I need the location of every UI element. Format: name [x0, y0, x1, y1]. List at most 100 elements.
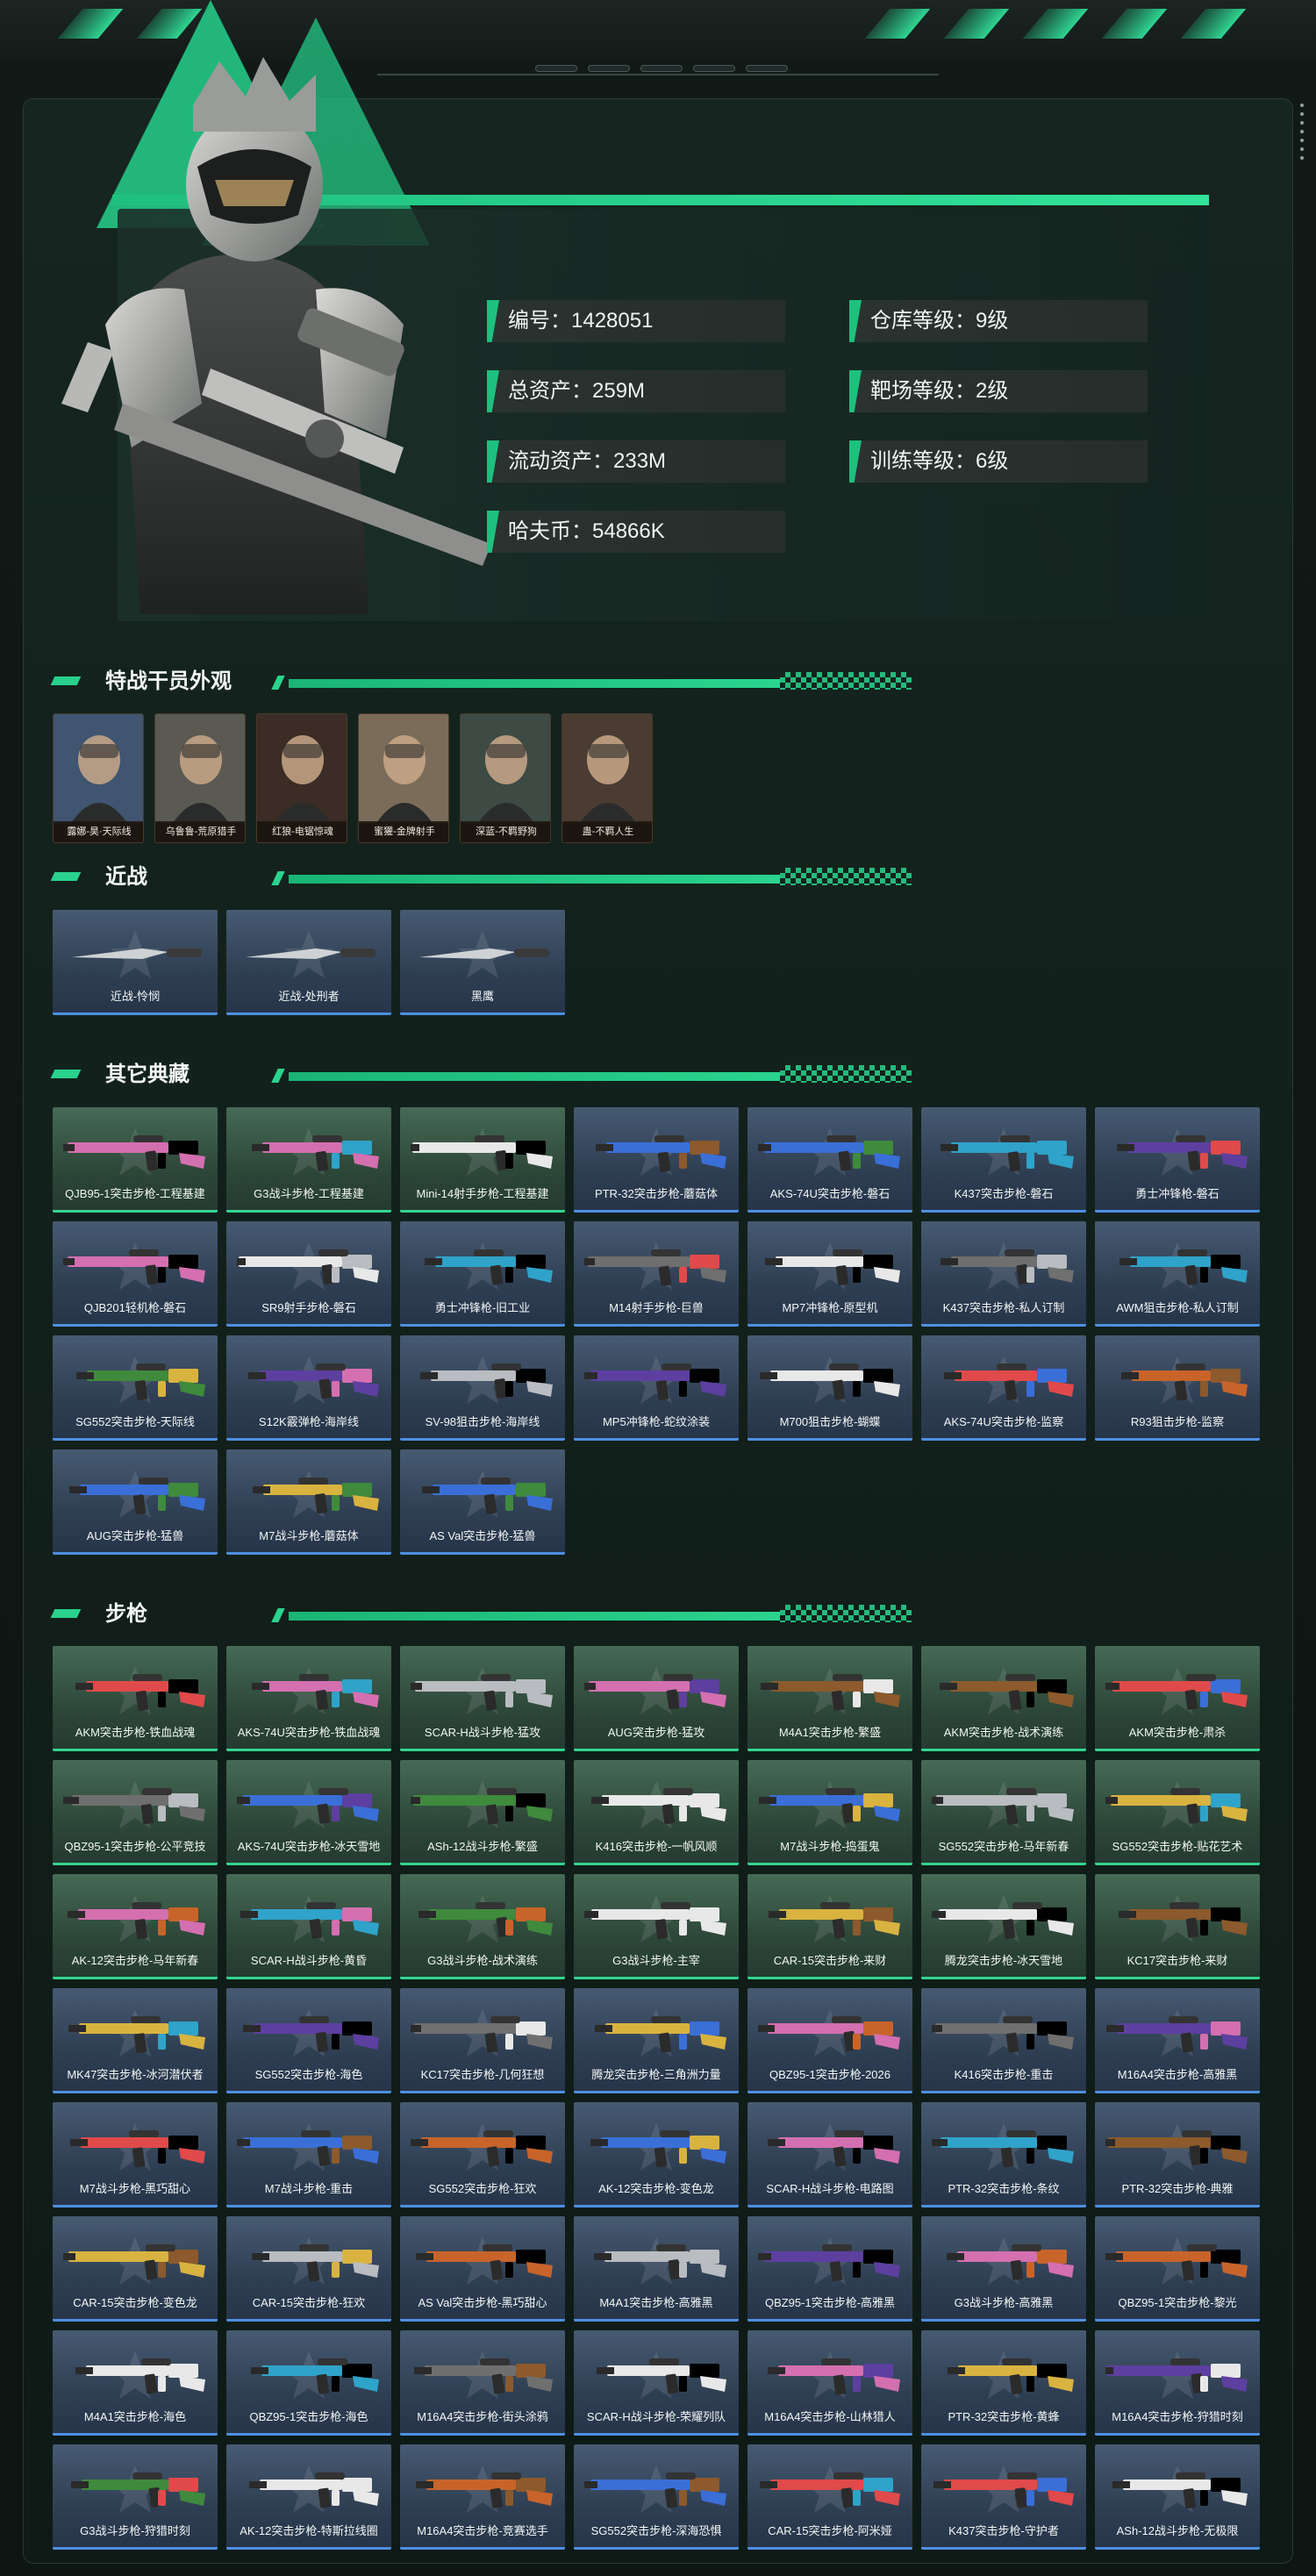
item-card[interactable]: AKM突击步枪-铁血战魂 [53, 1646, 218, 1751]
item-card[interactable]: AWM狙击步枪-私人订制 [1095, 1221, 1260, 1327]
item-card[interactable]: M14射手步枪-巨兽 [574, 1221, 739, 1327]
item-card[interactable]: QJB95-1突击步枪-工程基建 [53, 1107, 218, 1213]
tier-edge [226, 1749, 391, 1751]
item-card[interactable]: PTR-32突击步枪-蘑菇体 [574, 1107, 739, 1213]
item-card[interactable]: AUG突击步枪-猛攻 [574, 1646, 739, 1751]
item-card[interactable]: SG552突击步枪-天际线 [53, 1335, 218, 1441]
item-card[interactable]: ASh-12战斗步枪-无极限 [1095, 2444, 1260, 2550]
tier-edge [400, 2091, 565, 2093]
item-card[interactable]: PTR-32突击步枪-条纹 [921, 2102, 1086, 2207]
item-card[interactable]: M16A4突击步枪-高雅黑 [1095, 1988, 1260, 2093]
item-card[interactable]: QBZ95-1突击步枪-公平竞技 [53, 1760, 218, 1865]
weapon-icon [768, 2130, 900, 2167]
item-card[interactable]: M7战斗步枪-捣蛋鬼 [747, 1760, 912, 1865]
item-card[interactable]: AK-12突击步枪-变色龙 [574, 2102, 739, 2207]
item-name: R93狙击步枪-监察 [1130, 1415, 1225, 1428]
item-card[interactable]: 腾龙突击步枪-冰天雪地 [921, 1874, 1086, 1979]
item-card[interactable]: M7战斗步枪-重击 [226, 2102, 391, 2207]
item-card[interactable]: SV-98狙击步枪-海岸线 [400, 1335, 565, 1441]
item-card[interactable]: AK-12突击步枪-马年新春 [53, 1874, 218, 1979]
item-card[interactable]: MP7冲锋枪-原型机 [747, 1221, 912, 1327]
item-card[interactable]: SCAR-H战斗步枪-黄昏 [226, 1874, 391, 1979]
item-card[interactable]: 勇士冲锋枪-旧工业 [400, 1221, 565, 1327]
agent-skin-card[interactable]: 深蓝-不羁野狗 [460, 713, 551, 843]
item-card[interactable]: QBZ95-1突击步枪-高雅黑 [747, 2216, 912, 2322]
item-card[interactable]: G3战斗步枪-高雅黑 [921, 2216, 1086, 2322]
item-card[interactable]: QBZ95-1突击步枪-海色 [226, 2330, 391, 2436]
item-card[interactable]: MK47突击步枪-冰河潜伏者 [53, 1988, 218, 2093]
agent-skin-card[interactable]: 露娜-昊·天际线 [53, 713, 144, 843]
item-card[interactable]: QBZ95-1突击步枪-黎光 [1095, 2216, 1260, 2322]
item-card[interactable]: K437突击步枪-磐石 [921, 1107, 1086, 1213]
item-card[interactable]: S12K霰弹枪-海岸线 [226, 1335, 391, 1441]
item-card[interactable]: SR9射手步枪-磐石 [226, 1221, 391, 1327]
item-card[interactable]: KC17突击步枪-来财 [1095, 1874, 1260, 1979]
item-card[interactable]: R93狙击步枪-监察 [1095, 1335, 1260, 1441]
item-card[interactable]: SG552突击步枪-深海恐惧 [574, 2444, 739, 2550]
item-card[interactable]: K437突击步枪-私人订制 [921, 1221, 1086, 1327]
item-card[interactable]: 近战-怜悯 [53, 910, 218, 1015]
item-card[interactable]: SG552突击步枪-马年新春 [921, 1760, 1086, 1865]
item-card[interactable]: CAR-15突击步枪-来财 [747, 1874, 912, 1979]
item-card[interactable]: G3战斗步枪-战术演练 [400, 1874, 565, 1979]
item-card[interactable]: AKM突击步枪-肃杀 [1095, 1646, 1260, 1751]
weapon-icon [246, 948, 375, 959]
item-card[interactable]: M4A1突击步枪-海色 [53, 2330, 218, 2436]
tier-edge [921, 2205, 1086, 2207]
agent-skin-card[interactable]: 蜜獾-金牌射手 [358, 713, 449, 843]
item-card[interactable]: 勇士冲锋枪-磐石 [1095, 1107, 1260, 1213]
agent-skin-name: 红狼-电锯惊魂 [257, 821, 347, 842]
tier-edge [574, 1438, 739, 1441]
item-card[interactable]: AK-12突击步枪-特斯拉线圈 [226, 2444, 391, 2550]
item-card[interactable]: M16A4突击步枪-狩猎时刻 [1095, 2330, 1260, 2436]
scroll-dots[interactable] [1300, 98, 1305, 165]
item-card[interactable]: ASh-12战斗步枪-繁盛 [400, 1760, 565, 1865]
item-card[interactable]: AKM突击步枪-战术演练 [921, 1646, 1086, 1751]
item-card[interactable]: M700狙击步枪-蝴蝶 [747, 1335, 912, 1441]
item-card[interactable]: 腾龙突击步枪-三角洲力量 [574, 1988, 739, 2093]
item-card[interactable]: Mini-14射手步枪-工程基建 [400, 1107, 565, 1213]
item-card[interactable]: K437突击步枪-守护者 [921, 2444, 1086, 2550]
item-card[interactable]: AKS-74U突击步枪-冰天雪地 [226, 1760, 391, 1865]
item-card[interactable]: G3战斗步枪-工程基建 [226, 1107, 391, 1213]
item-card[interactable]: 近战-处刑者 [226, 910, 391, 1015]
item-card[interactable]: SG552突击步枪-贴花艺术 [1095, 1760, 1260, 1865]
item-card[interactable]: QJB201轻机枪-磐石 [53, 1221, 218, 1327]
item-card[interactable]: PTR-32突击步枪-黄蜂 [921, 2330, 1086, 2436]
item-card[interactable]: SCAR-H战斗步枪-荣耀列队 [574, 2330, 739, 2436]
item-card[interactable]: CAR-15突击步枪-阿米娅 [747, 2444, 912, 2550]
item-card[interactable]: AKS-74U突击步枪-监察 [921, 1335, 1086, 1441]
agent-skin-card[interactable]: 红狼-电锯惊魂 [256, 713, 347, 843]
item-card[interactable]: M7战斗步枪-蘑菇体 [226, 1449, 391, 1555]
item-card[interactable]: G3战斗步枪-主宰 [574, 1874, 739, 1979]
item-card[interactable]: M16A4突击步枪-街头涂鸦 [400, 2330, 565, 2436]
item-card[interactable]: SG552突击步枪-狂欢 [400, 2102, 565, 2207]
item-card[interactable]: M16A4突击步枪-山林猎人 [747, 2330, 912, 2436]
item-card[interactable]: 黑鹰 [400, 910, 565, 1015]
item-card[interactable]: MP5冲锋枪-蛇纹涂装 [574, 1335, 739, 1441]
item-card[interactable]: AS Val突击步枪-黑巧甜心 [400, 2216, 565, 2322]
weapon-icon [765, 1249, 900, 1286]
item-card[interactable]: G3战斗步枪-狩猎时刻 [53, 2444, 218, 2550]
item-card[interactable]: AS Val突击步枪-猛兽 [400, 1449, 565, 1555]
item-card[interactable]: CAR-15突击步枪-狂欢 [226, 2216, 391, 2322]
item-card[interactable]: K416突击步枪-一帆风顺 [574, 1760, 739, 1865]
item-card[interactable]: CAR-15突击步枪-变色龙 [53, 2216, 218, 2322]
item-card[interactable]: M16A4突击步枪-竞赛选手 [400, 2444, 565, 2550]
item-card[interactable]: AKS-74U突击步枪-磐石 [747, 1107, 912, 1213]
item-card[interactable]: SCAR-H战斗步枪-猛攻 [400, 1646, 565, 1751]
item-card[interactable]: K416突击步枪-重击 [921, 1988, 1086, 2093]
item-card[interactable]: SCAR-H战斗步枪-电路图 [747, 2102, 912, 2207]
item-name: SG552突击步枪-深海恐惧 [590, 2524, 722, 2537]
item-card[interactable]: SG552突击步枪-海色 [226, 1988, 391, 2093]
agent-skin-card[interactable]: 蛊-不羁人生 [561, 713, 653, 843]
item-card[interactable]: KC17突击步枪-几何狂想 [400, 1988, 565, 2093]
item-card[interactable]: M7战斗步枪-黑巧甜心 [53, 2102, 218, 2207]
agent-skin-card[interactable]: 乌鲁鲁-荒原猎手 [154, 713, 246, 843]
item-card[interactable]: PTR-32突击步枪-典雅 [1095, 2102, 1260, 2207]
item-card[interactable]: M4A1突击步枪-繁盛 [747, 1646, 912, 1751]
item-card[interactable]: M4A1突击步枪-高雅黑 [574, 2216, 739, 2322]
item-card[interactable]: QBZ95-1突击步枪-2026 [747, 1988, 912, 2093]
item-card[interactable]: AUG突击步枪-猛兽 [53, 1449, 218, 1555]
item-card[interactable]: AKS-74U突击步枪-铁血战魂 [226, 1646, 391, 1751]
